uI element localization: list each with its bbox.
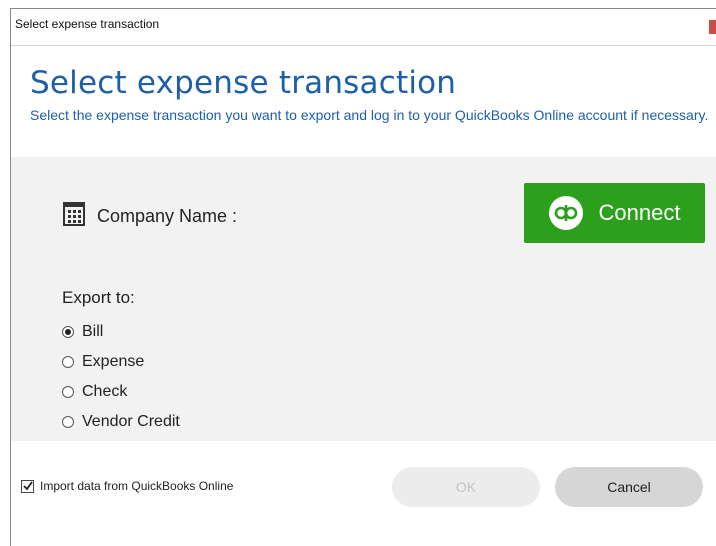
radio-button[interactable] xyxy=(62,386,74,398)
company-name-row: Company Name : xyxy=(63,202,237,230)
dialog-window: Select expense transaction Select expens… xyxy=(10,8,716,546)
radio-check[interactable]: Check xyxy=(62,383,127,401)
ok-button[interactable]: OK xyxy=(392,467,540,507)
connect-label: Connect xyxy=(598,200,681,225)
radio-label: Vendor Credit xyxy=(82,413,180,430)
connect-button[interactable]: Connect xyxy=(524,183,705,243)
checkmark-icon xyxy=(22,481,33,491)
radio-label: Check xyxy=(82,383,128,400)
radio-button[interactable] xyxy=(62,416,74,428)
title-bar[interactable]: Select expense transaction xyxy=(11,9,716,46)
radio-bill[interactable]: Bill xyxy=(62,323,103,341)
export-to-label: Export to: xyxy=(62,288,135,307)
content-panel: Company Name : Connect Export to: Bill E… xyxy=(11,157,716,441)
company-name-label: Company Name : xyxy=(97,205,238,226)
cancel-button[interactable]: Cancel xyxy=(555,467,703,507)
radio-vendor-credit[interactable]: Vendor Credit xyxy=(62,413,180,431)
building-icon xyxy=(63,202,85,230)
page-description: Select the expense transaction you want … xyxy=(30,107,709,123)
radio-button[interactable] xyxy=(62,326,74,338)
import-data-option[interactable]: Import data from QuickBooks Online xyxy=(21,479,233,493)
radio-expense[interactable]: Expense xyxy=(62,353,144,371)
import-checkbox[interactable] xyxy=(21,479,34,493)
quickbooks-logo-icon xyxy=(548,196,583,230)
radio-label: Expense xyxy=(82,353,145,370)
radio-button[interactable] xyxy=(62,356,74,368)
page-title: Select expense transaction xyxy=(30,65,457,101)
import-checkbox-label: Import data from QuickBooks Online xyxy=(40,479,234,493)
close-button[interactable] xyxy=(709,20,716,34)
radio-label: Bill xyxy=(82,323,104,340)
window-title: Select expense transaction xyxy=(15,17,160,31)
